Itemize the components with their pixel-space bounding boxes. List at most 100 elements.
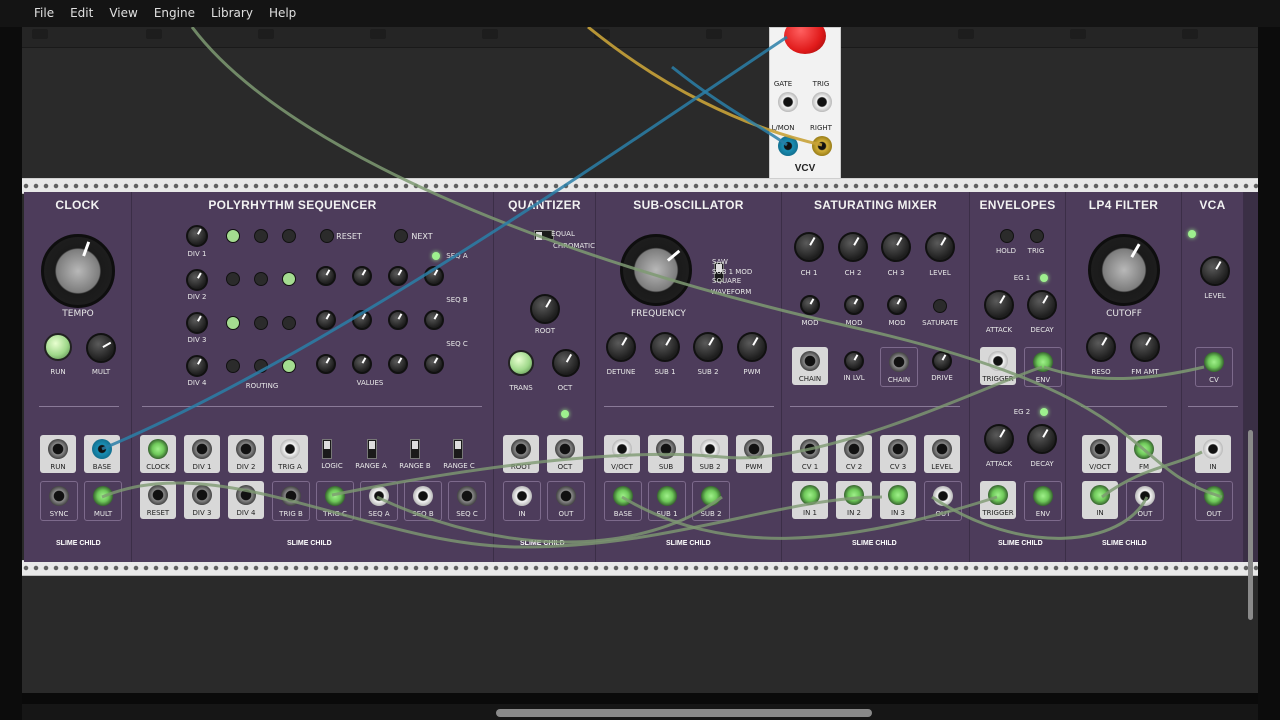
frequency-knob[interactable]: [620, 234, 692, 306]
menu-engine[interactable]: Engine: [146, 0, 203, 27]
filter-in-box[interactable]: IN: [1082, 481, 1118, 519]
run-jack[interactable]: [48, 439, 68, 459]
menu-help[interactable]: Help: [261, 0, 304, 27]
filter-voct-box[interactable]: V/OCT: [1082, 435, 1118, 473]
rack-area[interactable]: GATE TRIG L/MON RIGHT VCV CLOCK TEMPO RU…: [22, 27, 1258, 693]
div4-jack-box[interactable]: DIV 4: [228, 481, 264, 519]
red-button[interactable]: [784, 27, 826, 54]
trigc-jack[interactable]: [325, 486, 345, 506]
sub1-out-box[interactable]: SUB 1: [648, 481, 686, 521]
run-jack-box[interactable]: RUN: [40, 435, 76, 473]
trigc-jack-box[interactable]: TRIG C: [316, 481, 354, 521]
sub-jack-box[interactable]: SUB: [648, 435, 684, 473]
vertical-scroll-thumb[interactable]: [1248, 430, 1253, 620]
sub2-out-box[interactable]: SUB 2: [692, 481, 730, 521]
value-knob[interactable]: [388, 266, 408, 286]
seqb-jack[interactable]: [413, 486, 433, 506]
lp4-filter-module[interactable]: LP4 FILTER CUTOFF RESO FM AMT V/OCT FM I…: [1066, 192, 1182, 562]
eg2-env-jack[interactable]: [1033, 486, 1053, 506]
in1-jack-box[interactable]: IN 1: [792, 481, 828, 519]
seqc-jack-box[interactable]: SEQ C: [448, 481, 486, 521]
mod2-knob[interactable]: [844, 295, 864, 315]
routing-cell[interactable]: [226, 316, 240, 330]
quant-in-box[interactable]: IN: [503, 481, 541, 521]
trans-button[interactable]: [508, 350, 534, 376]
ch1-knob[interactable]: [794, 232, 824, 262]
value-knob[interactable]: [424, 354, 444, 374]
sub2-jack[interactable]: [700, 439, 720, 459]
eg1-attack-knob[interactable]: [984, 290, 1014, 320]
sub2-out-jack[interactable]: [701, 486, 721, 506]
filter-fm-jack[interactable]: [1134, 439, 1154, 459]
vca-cv-box[interactable]: CV: [1195, 347, 1233, 387]
audio-module[interactable]: GATE TRIG L/MON RIGHT VCV: [769, 27, 841, 192]
level-jack-box[interactable]: LEVEL: [924, 435, 960, 473]
seqc-jack[interactable]: [457, 486, 477, 506]
root-jack[interactable]: [511, 439, 531, 459]
div3-jack[interactable]: [192, 485, 212, 505]
left-out-jack[interactable]: [778, 136, 798, 156]
oct-knob[interactable]: [552, 349, 580, 377]
vca-out-jack[interactable]: [1204, 486, 1224, 506]
eg2-trigger-box[interactable]: TRIGGER: [980, 481, 1016, 519]
logic-switch[interactable]: [322, 439, 332, 459]
saturate-button[interactable]: [933, 299, 947, 313]
eg2-decay-knob[interactable]: [1027, 424, 1057, 454]
mixer-out-jack[interactable]: [933, 486, 953, 506]
routing-cell[interactable]: [282, 229, 296, 243]
in-lvl-knob[interactable]: [844, 351, 864, 371]
trig-button[interactable]: [1030, 229, 1044, 243]
seqa-jack[interactable]: [369, 486, 389, 506]
value-knob[interactable]: [388, 310, 408, 330]
cv3-jack[interactable]: [888, 439, 908, 459]
sub2-jack-box[interactable]: SUB 2: [692, 435, 728, 473]
routing-cell[interactable]: [254, 359, 268, 373]
quant-in-jack[interactable]: [512, 486, 532, 506]
menu-edit[interactable]: Edit: [62, 0, 101, 27]
mod1-knob[interactable]: [800, 295, 820, 315]
mixer-out-box[interactable]: OUT: [924, 481, 962, 521]
in1-jack[interactable]: [800, 485, 820, 505]
menu-file[interactable]: File: [26, 0, 62, 27]
menu-library[interactable]: Library: [203, 0, 261, 27]
oct-jack[interactable]: [555, 439, 575, 459]
horizontal-scroll-thumb[interactable]: [496, 709, 872, 717]
div4-jack[interactable]: [236, 485, 256, 505]
sub-oscillator-module[interactable]: SUB-OSCILLATOR FREQUENCY SAW SUB 1 MOD S…: [596, 192, 782, 562]
mult-knob[interactable]: [86, 333, 116, 363]
mult-jack-box[interactable]: MULT: [84, 481, 122, 521]
hold-button[interactable]: [1000, 229, 1014, 243]
routing-cell[interactable]: [226, 359, 240, 373]
sync-jack-box[interactable]: SYNC: [40, 481, 78, 521]
mult-jack[interactable]: [93, 486, 113, 506]
routing-cell[interactable]: [282, 272, 296, 286]
eg2-env-box[interactable]: ENV: [1024, 481, 1062, 521]
in2-jack-box[interactable]: IN 2: [836, 481, 872, 519]
eg1-env-jack[interactable]: [1033, 352, 1053, 372]
eg2-trigger-jack[interactable]: [988, 485, 1008, 505]
eg1-trigger-jack[interactable]: [988, 351, 1008, 371]
gate-jack[interactable]: [778, 92, 798, 112]
div2-knob[interactable]: [186, 269, 208, 291]
div1-knob[interactable]: [186, 225, 208, 247]
vca-cv-jack[interactable]: [1204, 352, 1224, 372]
polyrhythm-sequencer-module[interactable]: POLYRHYTHM SEQUENCER DIV 1 DIV 2 DIV 3 D…: [132, 192, 494, 562]
filter-voct-jack[interactable]: [1090, 439, 1110, 459]
detune-knob[interactable]: [606, 332, 636, 362]
level-knob[interactable]: [925, 232, 955, 262]
pwm-jack[interactable]: [744, 439, 764, 459]
in3-jack[interactable]: [888, 485, 908, 505]
value-knob[interactable]: [388, 354, 408, 374]
vca-in-jack[interactable]: [1203, 439, 1223, 459]
eg1-trigger-box[interactable]: TRIGGER: [980, 347, 1016, 385]
div3-jack-box[interactable]: DIV 3: [184, 481, 220, 519]
sub1-knob[interactable]: [650, 332, 680, 362]
trig-jack[interactable]: [812, 92, 832, 112]
value-knob[interactable]: [424, 310, 444, 330]
triga-jack[interactable]: [280, 439, 300, 459]
routing-cell[interactable]: [282, 359, 296, 373]
trigb-jack-box[interactable]: TRIG B: [272, 481, 310, 521]
base-jack-box[interactable]: BASE: [84, 435, 120, 473]
chain-out-box[interactable]: CHAIN: [880, 347, 918, 387]
cv1-jack[interactable]: [800, 439, 820, 459]
